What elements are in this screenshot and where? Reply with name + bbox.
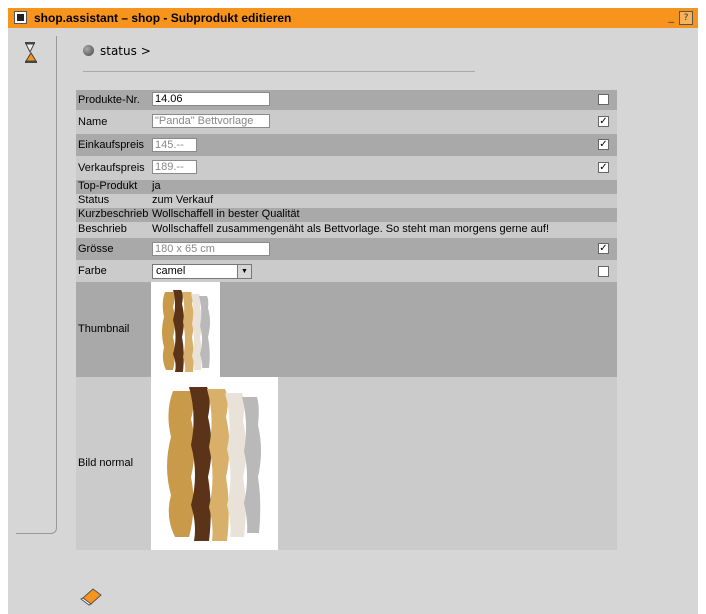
groesse-input[interactable]: 180 x 65 cm (152, 242, 270, 256)
row-farbe: Farbe camel ▼ (76, 260, 617, 282)
row-thumbnail: Thumbnail (76, 282, 617, 377)
farbe-label: Farbe (78, 265, 107, 277)
einkaufspreis-label: Einkaufspreis (78, 139, 145, 151)
produkt-nr-input[interactable]: 14.06 (152, 92, 270, 106)
groesse-checkbox[interactable]: ✓ (598, 243, 609, 254)
window-title: shop.assistant – shop - Subprodukt editi… (34, 11, 292, 25)
help-button[interactable]: ? (679, 11, 693, 25)
row-produkt-nr: Produkte-Nr. 14.06 (76, 90, 617, 110)
row-bild-normal: Bild normal (76, 377, 617, 550)
divider (83, 71, 475, 72)
thumbnail-label: Thumbnail (78, 323, 130, 335)
status-label: Status (78, 194, 110, 206)
side-panel (16, 36, 57, 534)
bild-normal-label: Bild normal (78, 457, 134, 469)
product-form: Produkte-Nr. 14.06 Name "Panda" Bettvorl… (76, 90, 617, 550)
groesse-label: Grösse (78, 243, 114, 255)
produkt-nr-label: Produkte-Nr. (78, 94, 140, 106)
row-groesse: Grösse 180 x 65 cm ✓ (76, 238, 617, 260)
beschrieb-value: Wollschaffell zusammengenäht als Bettvor… (152, 223, 550, 235)
app-window: shop.assistant – shop - Subprodukt editi… (8, 8, 698, 614)
row-kurzbeschrieb: Kurzbeschrieb Wollschaffell in bester Qu… (76, 208, 617, 222)
edit-eraser-icon[interactable] (79, 586, 105, 606)
farbe-selected-value: camel (156, 265, 186, 277)
farbe-select[interactable]: camel ▼ (152, 264, 252, 279)
verkaufspreis-checkbox[interactable]: ✓ (598, 162, 609, 173)
verkaufspreis-label: Verkaufspreis (78, 162, 145, 174)
beschrieb-label: Beschrieb (78, 223, 127, 235)
row-beschrieb: Beschrieb Wollschaffell zusammengenäht a… (76, 222, 617, 238)
chevron-down-icon[interactable]: ▼ (237, 265, 251, 278)
minimize-button[interactable]: _ (669, 10, 675, 23)
farbe-checkbox[interactable] (598, 266, 609, 277)
name-label: Name (78, 116, 108, 128)
sheepskin-thumbnail-picture (162, 290, 210, 372)
kurzbeschrieb-label: Kurzbeschrieb (78, 208, 149, 220)
hourglass-icon[interactable] (23, 41, 41, 65)
name-checkbox[interactable]: ✓ (598, 116, 609, 127)
title-bar: shop.assistant – shop - Subprodukt editi… (8, 8, 698, 28)
produkt-nr-checkbox[interactable] (598, 94, 609, 105)
einkaufspreis-checkbox[interactable]: ✓ (598, 139, 609, 150)
row-top-produkt: Top-Produkt ja (76, 180, 617, 194)
row-verkaufspreis: Verkaufspreis 189.-- ✓ (76, 156, 617, 180)
breadcrumb[interactable]: status > (83, 44, 151, 58)
row-status: Status zum Verkauf (76, 194, 617, 208)
name-input[interactable]: "Panda" Bettvorlage (152, 114, 270, 128)
status-value: zum Verkauf (152, 194, 214, 206)
top-produkt-label: Top-Produkt (78, 180, 138, 192)
row-name: Name "Panda" Bettvorlage ✓ (76, 110, 617, 134)
sheepskin-large-picture (167, 387, 261, 541)
top-produkt-value: ja (152, 180, 161, 192)
bild-normal-image[interactable] (151, 377, 278, 550)
kurzbeschrieb-value: Wollschaffell in bester Qualität (152, 208, 300, 220)
row-einkaufspreis: Einkaufspreis 145.-- ✓ (76, 134, 617, 156)
thumbnail-image[interactable] (151, 282, 220, 377)
einkaufspreis-input[interactable]: 145.-- (152, 138, 197, 152)
verkaufspreis-input[interactable]: 189.-- (152, 160, 197, 174)
status-dot-icon (83, 45, 94, 56)
breadcrumb-text[interactable]: status > (100, 44, 151, 58)
window-icon (14, 11, 27, 24)
